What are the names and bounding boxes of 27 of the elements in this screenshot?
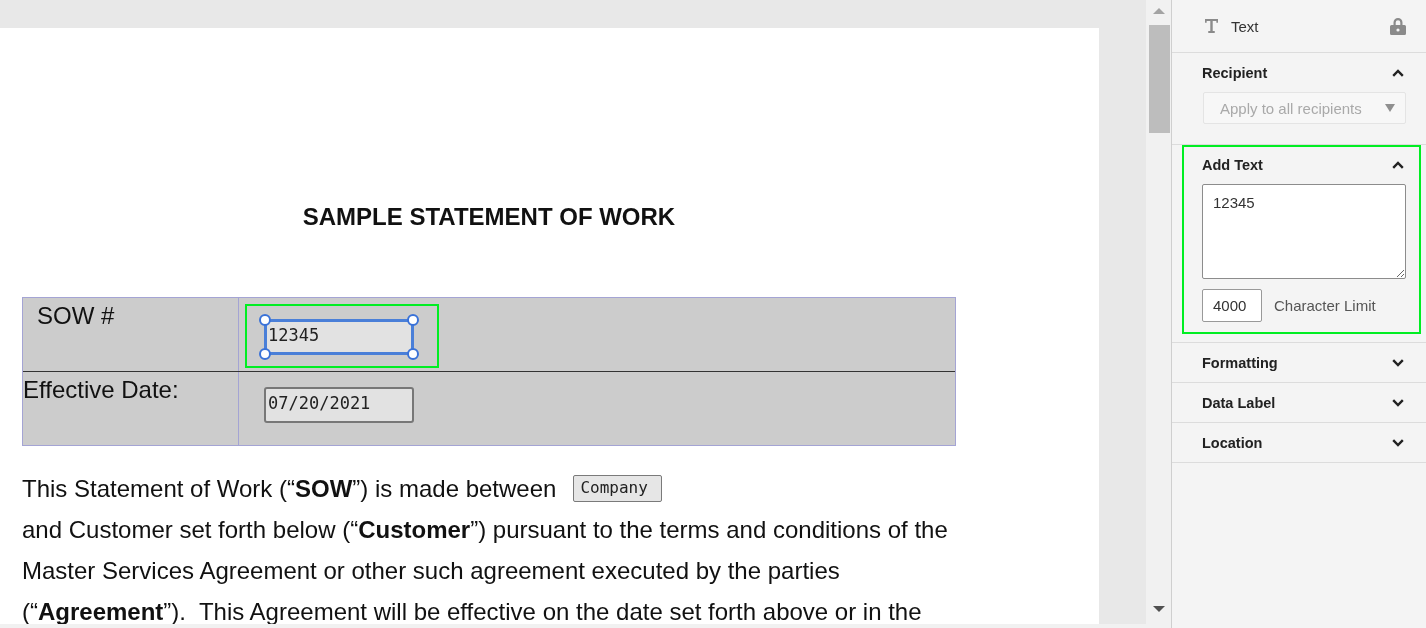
company-field[interactable]: Company <box>573 475 663 502</box>
section-toggle[interactable]: Formatting <box>1202 343 1406 382</box>
resize-handle[interactable] <box>407 314 419 326</box>
section-toggle[interactable]: Add Text <box>1202 145 1406 184</box>
text-input[interactable]: 12345 <box>1202 184 1406 279</box>
text-type-icon <box>1205 19 1218 33</box>
field-label: Effective Date: <box>23 377 179 403</box>
character-limit-label: Character Limit <box>1274 297 1376 314</box>
lock-icon[interactable] <box>1390 17 1406 35</box>
form-field[interactable]: 07/20/2021 <box>264 387 414 423</box>
document-title: SAMPLE STATEMENT OF WORK <box>301 203 677 231</box>
body-text: and Customer set forth below (“Customer”) pursuant to the terms and conditions of the Master Services Agreement or other such agreement executed by the parties (“Agreement”). This Agreement will be effective on the date set forth above or in the <box>22 518 949 624</box>
dropdown-arrow-icon <box>1385 104 1395 112</box>
vertical-scrollbar[interactable] <box>1146 0 1171 628</box>
resize-handle[interactable] <box>259 314 271 326</box>
scrollbar-thumb[interactable] <box>1149 25 1170 133</box>
character-limit-input[interactable]: 4000 <box>1202 289 1262 322</box>
resize-handle[interactable] <box>259 348 271 360</box>
section-toggle[interactable]: Location <box>1202 423 1406 462</box>
form-field[interactable]: 12345 <box>264 319 414 355</box>
scroll-down-icon[interactable] <box>1152 606 1165 612</box>
section-toggle[interactable]: Recipient <box>1202 53 1406 92</box>
section-toggle[interactable]: Data Label <box>1202 383 1406 422</box>
field-label: SOW # <box>37 303 115 329</box>
body-text: This Statement of Work (“SOW”) is made between <box>22 474 557 504</box>
resize-handle[interactable] <box>407 348 419 360</box>
field-type-label: Text <box>1231 17 1259 35</box>
